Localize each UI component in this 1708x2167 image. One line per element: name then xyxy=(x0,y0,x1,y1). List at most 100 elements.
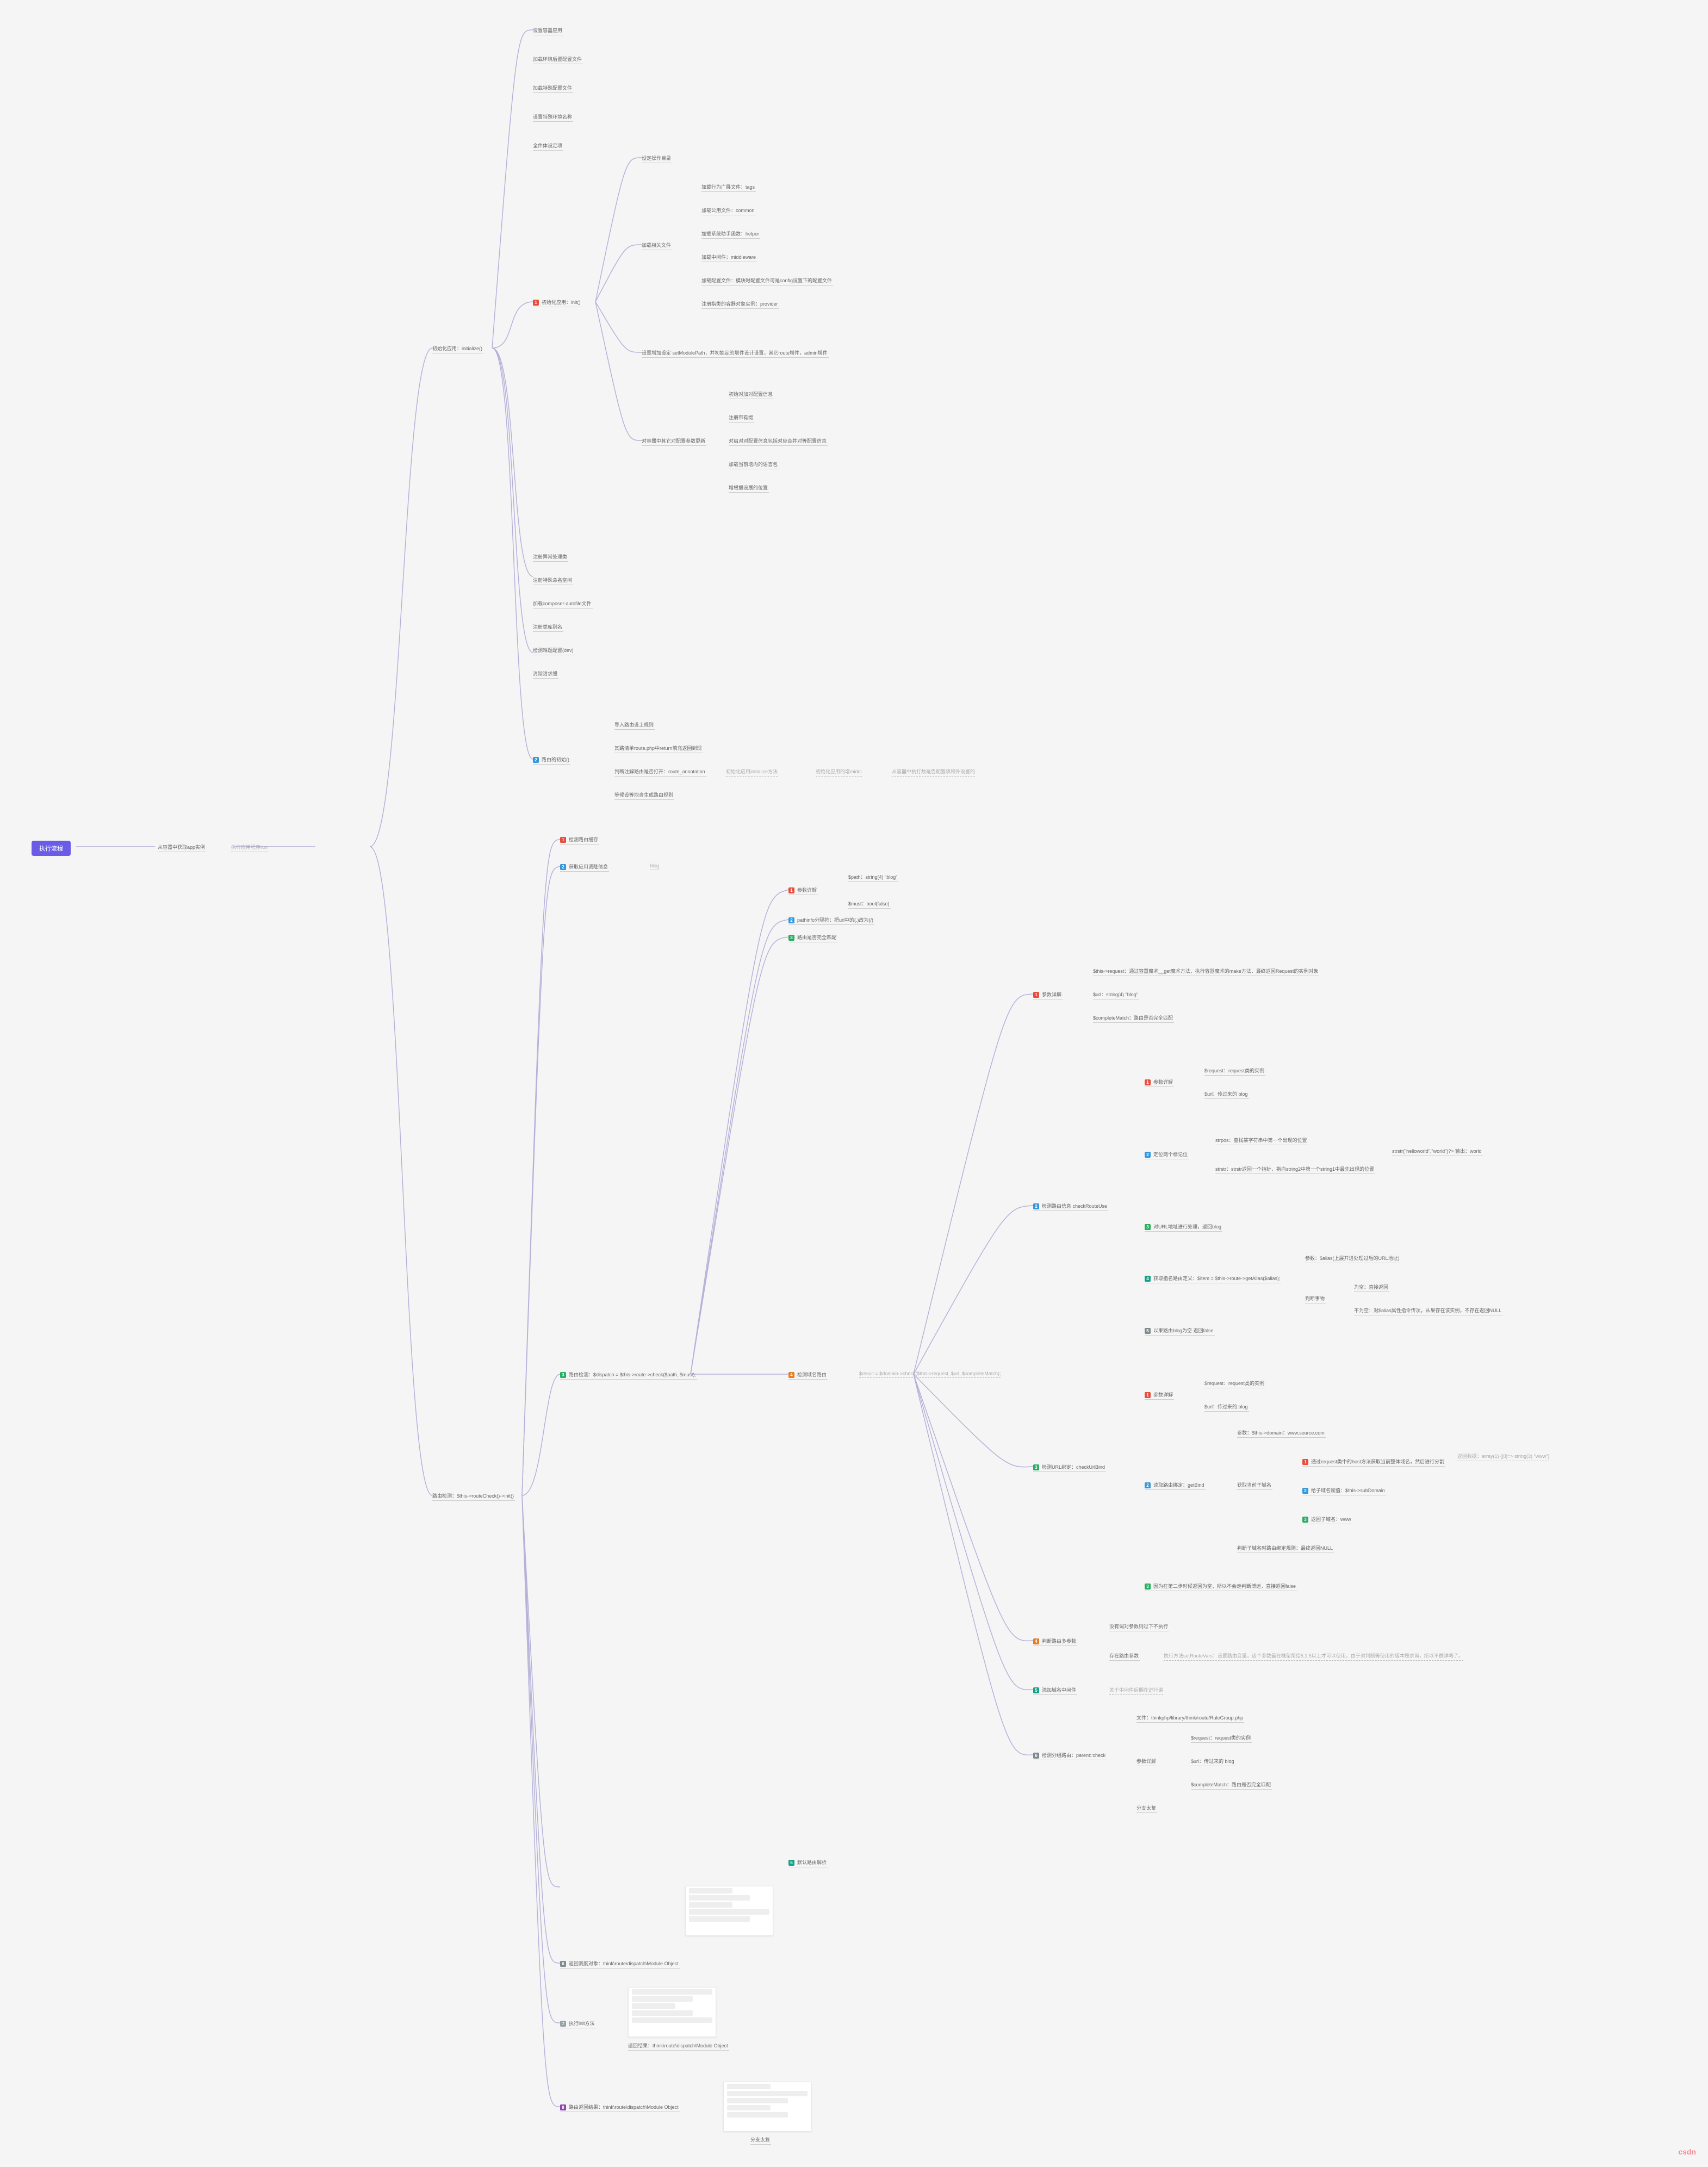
leaf: $url：传过来的 blog xyxy=(1204,1403,1249,1412)
leaf: 为空：直接返回 xyxy=(1354,1283,1389,1292)
edge-label: 初始化应用initialize方法 xyxy=(726,768,778,777)
leaf: $request：request类的实例 xyxy=(1191,1734,1252,1743)
node-pathinfo: 2pathinfo分隔符：把url中的(.)改为(/) xyxy=(788,916,874,925)
leaf: 判断注解路由是否打开：route_annotation xyxy=(614,768,706,777)
leaf: 加载公用文件：common xyxy=(701,207,756,215)
leaf: 注册异常处理类 xyxy=(533,553,568,562)
edge-label: 从容器中执打数是告配置项和外设置的 xyxy=(892,768,975,777)
node-check-urlbind: 3检测URL绑定：checkUrlBind xyxy=(1033,1463,1106,1472)
node-init: 1初始化应用：init() xyxy=(533,299,582,307)
node-middleware: 5添加域名中间件 xyxy=(1033,1686,1077,1695)
node-params-1: 1参数详解 xyxy=(788,886,818,895)
node-p3c: 3因为在第二步时候返回为空，所以不会走判断博运，直接返回false xyxy=(1145,1582,1297,1591)
leaf: 分支太复 xyxy=(1136,1804,1157,1813)
badge: 3 xyxy=(560,1372,566,1378)
edge-label: $result = $domain->check($this->request,… xyxy=(859,1371,1001,1378)
thumbnail xyxy=(723,2082,811,2132)
leaf: 增根据设展的位置 xyxy=(729,484,769,493)
node-route-check3: 3路由检测：$dispatch = $this->route->check($p… xyxy=(560,1371,697,1380)
node-default-parse: 5默认路由解析 xyxy=(788,1859,828,1867)
node-p2c: 3对URL地址进行处理，返回blog xyxy=(1145,1223,1222,1232)
leaf: 设置容器应用 xyxy=(533,27,563,35)
edge-label: 关于中间件后期在进行讲 xyxy=(1109,1686,1163,1695)
node-p1: 1参数详解 xyxy=(1033,991,1063,999)
leaf: 全件体设定项 xyxy=(533,142,563,151)
node-return-dispatch: 6返回调度对象：think\route\dispatch\Module Obje… xyxy=(560,1960,680,1969)
leaf: 返回结果：think\route\dispatch\Module Object xyxy=(628,2042,729,2051)
edge-label: 执行方法setRouteVars：设置路由变量，这个参数最在框架帮给5.1.5以… xyxy=(1164,1652,1463,1661)
edge-label: 初始化应用的增middl xyxy=(816,768,862,777)
node-p2b: 2定位两个标记位 xyxy=(1145,1151,1189,1159)
leaf: 清除请求缓 xyxy=(533,670,558,679)
leaf: 其路清单route.php中return填充返回到现 xyxy=(614,744,703,753)
node-set-op-dir: 设定操作目录 xyxy=(642,154,672,163)
leaf: 等候设等均含生成路由规则 xyxy=(614,791,674,800)
leaf: 对启对对配置信息包括对应合并对等配置信息 xyxy=(729,437,828,446)
node-exec-init: 7执行init方法 xyxy=(560,2020,596,2028)
node-route-init: 2路由的初始() xyxy=(533,756,570,765)
leaf: 不为空：对$alias属性指令传次，从果存在该实例，不存在返回NULL xyxy=(1354,1307,1503,1315)
leaf: 文件：thinkphp/library/think/route/RuleGrou… xyxy=(1136,1714,1244,1723)
leaf: 存在路由参数 xyxy=(1109,1652,1140,1661)
leaf: strstr("helloworld","world")?> 输出：world xyxy=(1392,1147,1483,1156)
node-sub3: 3返回子域名：www xyxy=(1302,1516,1352,1524)
leaf: 加载配置文件：模块时配置文件可是config设置下的配置文件 xyxy=(701,277,833,285)
node-sub1: 1通过request类中的host方法获取当前整体域名，然后进行分割 xyxy=(1302,1458,1445,1467)
leaf: 参数：$alias(上展开进处理过后的URL地址) xyxy=(1305,1255,1401,1263)
node-update-config: 对容器中其它对配置参数更新 xyxy=(642,437,706,446)
leaf: 注册指类的容器对象实例：provider xyxy=(701,300,779,309)
leaf: $this->request：通过容器魔术__get魔术方法，执行容器魔术的ma… xyxy=(1093,967,1319,976)
node-get-call-info: 2获取应用调隆信息 xyxy=(560,863,609,872)
leaf: 注册类库别名 xyxy=(533,623,563,632)
node-load-files: 加载相关文件 xyxy=(642,241,672,250)
thumbnail xyxy=(685,1886,773,1936)
node-check-cache: 1检测路由缓存 xyxy=(560,836,599,845)
leaf: strpos：查找某字符串中第一个出现的位置 xyxy=(1215,1137,1308,1145)
leaf: 注册特殊命名空间 xyxy=(533,576,573,585)
node-sub2: 2给子域名赋值：$this->subDomain xyxy=(1302,1487,1386,1495)
node-domain-check: 4检测域名路由 xyxy=(788,1371,828,1380)
leaf: 加载当前增内的语言包 xyxy=(729,461,779,469)
leaf: 判断事物 xyxy=(1305,1295,1326,1303)
leaf: $request：request类的实例 xyxy=(1204,1067,1265,1076)
leaf: $url：传过来的 blog xyxy=(1191,1758,1235,1766)
leaf: $url：string(4) "blog" xyxy=(1093,991,1139,999)
leaf: strstr：strstr返回一个指针，指向string2中第一个string1… xyxy=(1215,1165,1375,1174)
leaf: 注册带有缀 xyxy=(729,414,754,423)
leaf: $url：传过来的 blog xyxy=(1204,1090,1249,1099)
leaf: $completeMatch：路由是否完全匹配 xyxy=(1093,1014,1174,1023)
watermark: csdn xyxy=(1678,2147,1696,2156)
leaf: 参数详解 xyxy=(1136,1758,1157,1766)
badge-1: 1 xyxy=(533,300,539,306)
leaf: 加载环境后置配置文件 xyxy=(533,55,583,64)
leaf: 加载特殊配置文件 xyxy=(533,84,573,93)
leaf: 设置特殊环境名称 xyxy=(533,113,573,122)
node-set-module-path: 设置增加设定 setModulePath，并初始定的增件设计设置，其它route… xyxy=(642,349,829,358)
leaf: $request：request类的实例 xyxy=(1204,1380,1265,1388)
node-route-result: 8路由返回结果：think\route\dispatch\Module Obje… xyxy=(560,2103,680,2112)
node-p2d: 4获取指名路由定义：$item = $this->route->getAlias… xyxy=(1145,1275,1281,1283)
leaf: 加载composer-autofile文件 xyxy=(533,600,593,609)
node-app-instance: 从容器中获取app实例 xyxy=(158,843,206,852)
node-p2e: 5以果路由blog为空 返回false xyxy=(1145,1327,1215,1336)
leaf: 加载系统助手函数：helper xyxy=(701,230,760,239)
badge-2: 2 xyxy=(533,757,539,763)
badge: 2 xyxy=(560,864,566,870)
node-check-route-use: 2检测路由信息 checkRouteUse xyxy=(1033,1202,1108,1211)
leaf: 获取当前子域名 xyxy=(1237,1481,1272,1490)
leaf: 判断子域名时路由绑定规则：最终返回NULL xyxy=(1237,1544,1334,1553)
node-p3a: 1参数详解 xyxy=(1145,1391,1174,1400)
node-multi-param: 4判断路由多参数 xyxy=(1033,1637,1077,1646)
leaf: 分支太复 xyxy=(750,2136,771,2145)
leaf: 检测难题配置(dev) xyxy=(533,647,575,655)
node-p3b: 2读取路由绑定：getBind xyxy=(1145,1481,1206,1490)
leaf: $completeMatch：路由是否完全匹配 xyxy=(1191,1781,1272,1790)
thumbnail xyxy=(628,1987,716,2037)
edge-label: 返回数据：array(1) {[0]=> string(3) "www"} xyxy=(1457,1452,1549,1461)
leaf: 加载中间件：middleware xyxy=(701,253,757,262)
leaf: $path：string(4) "blog" xyxy=(848,873,898,882)
edge-label: blog xyxy=(650,863,659,870)
leaf: 导入路由设上规则 xyxy=(614,721,655,730)
node-p2a: 1参数详解 xyxy=(1145,1078,1174,1087)
node-route-check: 路由检测：$this->routeCheck()->init() xyxy=(432,1492,515,1501)
